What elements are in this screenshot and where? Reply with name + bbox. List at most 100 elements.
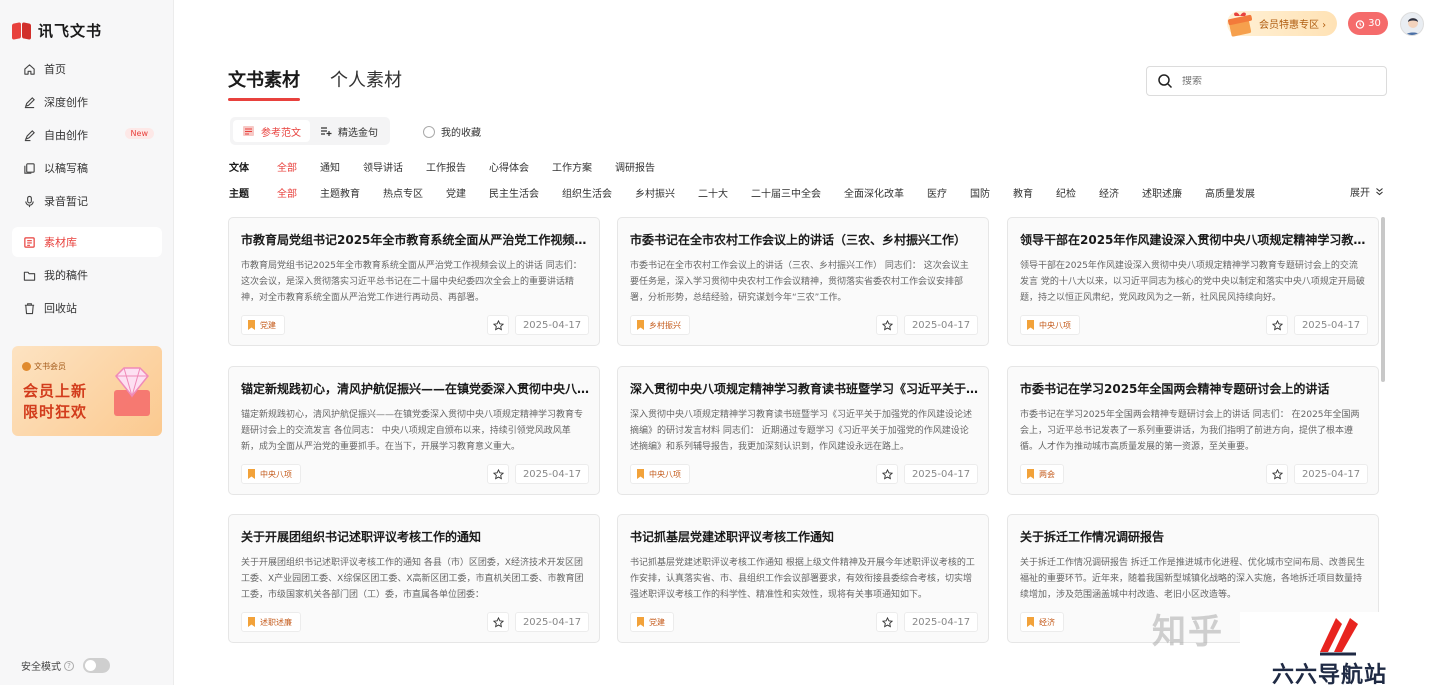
filter-option[interactable]: 二十大 bbox=[698, 185, 728, 200]
material-card[interactable]: 市教育局党组书记2025年全市教育系统全面从严治党工作视频会议上的讲话市教育局党… bbox=[228, 217, 600, 346]
filter-option[interactable]: 述职述廉 bbox=[1142, 185, 1182, 200]
card-title[interactable]: 关于拆迁工作情况调研报告 bbox=[1020, 528, 1370, 545]
card-topic-tag[interactable]: 中央八项 bbox=[1020, 315, 1080, 335]
sidebar-item-deep-create[interactable]: 深度创作 bbox=[12, 87, 162, 117]
card-title[interactable]: 领导干部在2025年作风建设深入贯彻中央八项规定精神学习教育专题研讨会上的发言 bbox=[1020, 231, 1370, 248]
filter-option[interactable]: 全部 bbox=[277, 159, 297, 174]
card-excerpt: 锚定新规践初心，清风护航促振兴——在镇党委深入贯彻中央八项规定精神学习教育专题研… bbox=[241, 410, 584, 452]
filter-option[interactable]: 全面深化改革 bbox=[844, 185, 904, 200]
sidebar-item-label: 以稿写稿 bbox=[44, 162, 88, 175]
bookmark-icon bbox=[637, 617, 644, 627]
card-title[interactable]: 市委书记在学习2025年全国两会精神专题研讨会上的讲话 bbox=[1020, 380, 1370, 397]
filter-option[interactable]: 经济 bbox=[1099, 185, 1119, 200]
favorites-radio[interactable] bbox=[423, 125, 435, 138]
filter-option[interactable]: 乡村振兴 bbox=[635, 185, 675, 200]
search-box[interactable] bbox=[1146, 66, 1387, 96]
help-icon[interactable]: ? bbox=[64, 660, 74, 671]
favorite-star-button[interactable] bbox=[1266, 315, 1288, 335]
sidebar-item-rewrite[interactable]: 以稿写稿 bbox=[12, 153, 162, 183]
filter-option[interactable]: 心得体会 bbox=[489, 159, 529, 174]
app-logo[interactable]: 讯飞文书 bbox=[12, 20, 102, 41]
zhihu-watermark: 知乎 bbox=[1152, 612, 1224, 652]
favorite-star-button[interactable] bbox=[876, 315, 898, 335]
tab-personal-materials[interactable]: 个人素材 bbox=[330, 66, 402, 92]
card-title[interactable]: 关于开展团组织书记述职评议考核工作的通知 bbox=[241, 528, 591, 545]
card-excerpt: 关于开展团组织书记述职评议考核工作的通知 各县（市）区团委，X经济技术开发区团工… bbox=[241, 558, 584, 600]
filter-option[interactable]: 主题教育 bbox=[320, 185, 360, 200]
star-icon bbox=[1271, 319, 1283, 331]
card-topic-tag[interactable]: 党建 bbox=[241, 315, 285, 335]
filter-option[interactable]: 二十届三中全会 bbox=[751, 185, 821, 200]
card-topic-tag[interactable]: 经济 bbox=[1020, 612, 1064, 632]
sidebar-item-my-drafts[interactable]: 我的稿件 bbox=[12, 260, 162, 290]
card-topic-tag[interactable]: 中央八项 bbox=[630, 464, 690, 484]
material-card[interactable]: 深入贯彻中央八项规定精神学习教育读书班暨学习《习近平关于加强党的作风建设论述摘编… bbox=[617, 366, 989, 495]
favorite-star-button[interactable] bbox=[1266, 464, 1288, 484]
coin-balance-button[interactable]: 30 bbox=[1348, 12, 1388, 35]
material-card[interactable]: 市委书记在学习2025年全国两会精神专题研讨会上的讲话 市委书记在学习2025年全… bbox=[1007, 366, 1379, 495]
my-favorites-option[interactable]: 我的收藏 bbox=[423, 124, 481, 139]
seg-golden-quotes[interactable]: 精选金句 bbox=[310, 120, 387, 142]
sidebar-item-home[interactable]: 首页 bbox=[12, 54, 162, 84]
filter-option[interactable]: 全部 bbox=[277, 185, 297, 200]
card-topic-tag[interactable]: 述职述廉 bbox=[241, 612, 301, 632]
quote-list-icon bbox=[321, 127, 332, 136]
star-icon bbox=[881, 468, 893, 480]
seg-reference-essays[interactable]: 参考范文 bbox=[233, 120, 310, 142]
card-topic-tag[interactable]: 中央八项 bbox=[241, 464, 301, 484]
material-card[interactable]: 锚定新规践初心，清风护航促振兴——在镇党委深入贯彻中央八项规定精神学习教育专题研… bbox=[228, 366, 600, 495]
filter-option[interactable]: 工作报告 bbox=[426, 159, 466, 174]
card-topic-tag[interactable]: 两会 bbox=[1020, 464, 1064, 484]
card-title[interactable]: 锚定新规践初心，清风护航促振兴——在镇党委深入贯彻中央八项规定精神学习教育专题研… bbox=[241, 380, 591, 397]
trash-icon bbox=[22, 301, 36, 315]
seg-label: 参考范文 bbox=[261, 127, 301, 139]
filter-option[interactable]: 教育 bbox=[1013, 185, 1033, 200]
filter-option[interactable]: 调研报告 bbox=[615, 159, 655, 174]
filter-option[interactable]: 国防 bbox=[970, 185, 990, 200]
sidebar-item-free-create[interactable]: 自由创作 New bbox=[12, 120, 162, 150]
filter-option[interactable]: 纪检 bbox=[1056, 185, 1076, 200]
sidebar-item-library[interactable]: 素材库 bbox=[12, 227, 162, 257]
favorite-star-button[interactable] bbox=[487, 315, 509, 335]
scrollbar[interactable] bbox=[1381, 217, 1385, 382]
user-avatar[interactable] bbox=[1400, 12, 1424, 36]
expand-filters-button[interactable]: 展开 bbox=[1350, 184, 1384, 199]
sidebar-item-recording[interactable]: 录音暂记 bbox=[12, 186, 162, 216]
sidebar-item-label: 深度创作 bbox=[44, 96, 88, 109]
card-excerpt: 书记抓基层党建述职评议考核工作通知 根据上级文件精神及开展今年述职评议考核的工作… bbox=[630, 558, 975, 600]
tab-document-materials[interactable]: 文书素材 bbox=[228, 66, 300, 101]
filter-option[interactable]: 民主生活会 bbox=[489, 185, 539, 200]
material-card[interactable]: 领导干部在2025年作风建设深入贯彻中央八项规定精神学习教育专题研讨会上的发言领… bbox=[1007, 217, 1379, 346]
material-card[interactable]: 书记抓基层党建述职评议考核工作通知书记抓基层党建述职评议考核工作通知 根据上级文… bbox=[617, 514, 989, 643]
card-date: 2025-04-17 bbox=[904, 612, 978, 632]
filter-option[interactable]: 热点专区 bbox=[383, 185, 423, 200]
favorite-star-button[interactable] bbox=[487, 464, 509, 484]
filter-option[interactable]: 通知 bbox=[320, 159, 340, 174]
filter-option[interactable]: 高质量发展 bbox=[1205, 185, 1255, 200]
card-title[interactable]: 市委书记在全市农村工作会议上的讲话（三农、乡村振兴工作） bbox=[630, 231, 980, 248]
card-title[interactable]: 市教育局党组书记2025年全市教育系统全面从严治党工作视频会议上的讲话 bbox=[241, 231, 591, 248]
safe-mode-toggle[interactable] bbox=[83, 658, 110, 673]
timer-icon bbox=[1355, 19, 1365, 29]
card-title[interactable]: 深入贯彻中央八项规定精神学习教育读书班暨学习《习近平关于加强党的作风建设论述摘编… bbox=[630, 380, 980, 397]
seg-label: 精选金句 bbox=[338, 127, 378, 139]
card-title[interactable]: 书记抓基层党建述职评议考核工作通知 bbox=[630, 528, 980, 545]
filter-option[interactable]: 党建 bbox=[446, 185, 466, 200]
sidebar-item-trash[interactable]: 回收站 bbox=[12, 293, 162, 323]
vip-offer-button[interactable]: 会员特惠专区 › bbox=[1227, 11, 1337, 37]
diamond-gift-icon bbox=[114, 367, 150, 416]
vip-promo-banner[interactable]: 文书会员 会员上新 限时狂欢 bbox=[12, 346, 162, 436]
filter-option[interactable]: 医疗 bbox=[927, 185, 947, 200]
card-topic-tag[interactable]: 乡村振兴 bbox=[630, 315, 690, 335]
favorite-star-button[interactable] bbox=[487, 612, 509, 632]
filter-option[interactable]: 组织生活会 bbox=[562, 185, 612, 200]
site-watermark-text: 六六导航站 bbox=[1272, 663, 1388, 685]
filter-option[interactable]: 工作方案 bbox=[552, 159, 592, 174]
search-input[interactable] bbox=[1182, 75, 1372, 87]
favorite-star-button[interactable] bbox=[876, 612, 898, 632]
card-topic-tag[interactable]: 党建 bbox=[630, 612, 674, 632]
material-card[interactable]: 市委书记在全市农村工作会议上的讲话（三农、乡村振兴工作） 市委书记在全市农村工作会… bbox=[617, 217, 989, 346]
material-card[interactable]: 关于开展团组织书记述职评议考核工作的通知关于开展团组织书记述职评议考核工作的通知… bbox=[228, 514, 600, 643]
filter-option[interactable]: 领导讲话 bbox=[363, 159, 403, 174]
favorite-star-button[interactable] bbox=[876, 464, 898, 484]
